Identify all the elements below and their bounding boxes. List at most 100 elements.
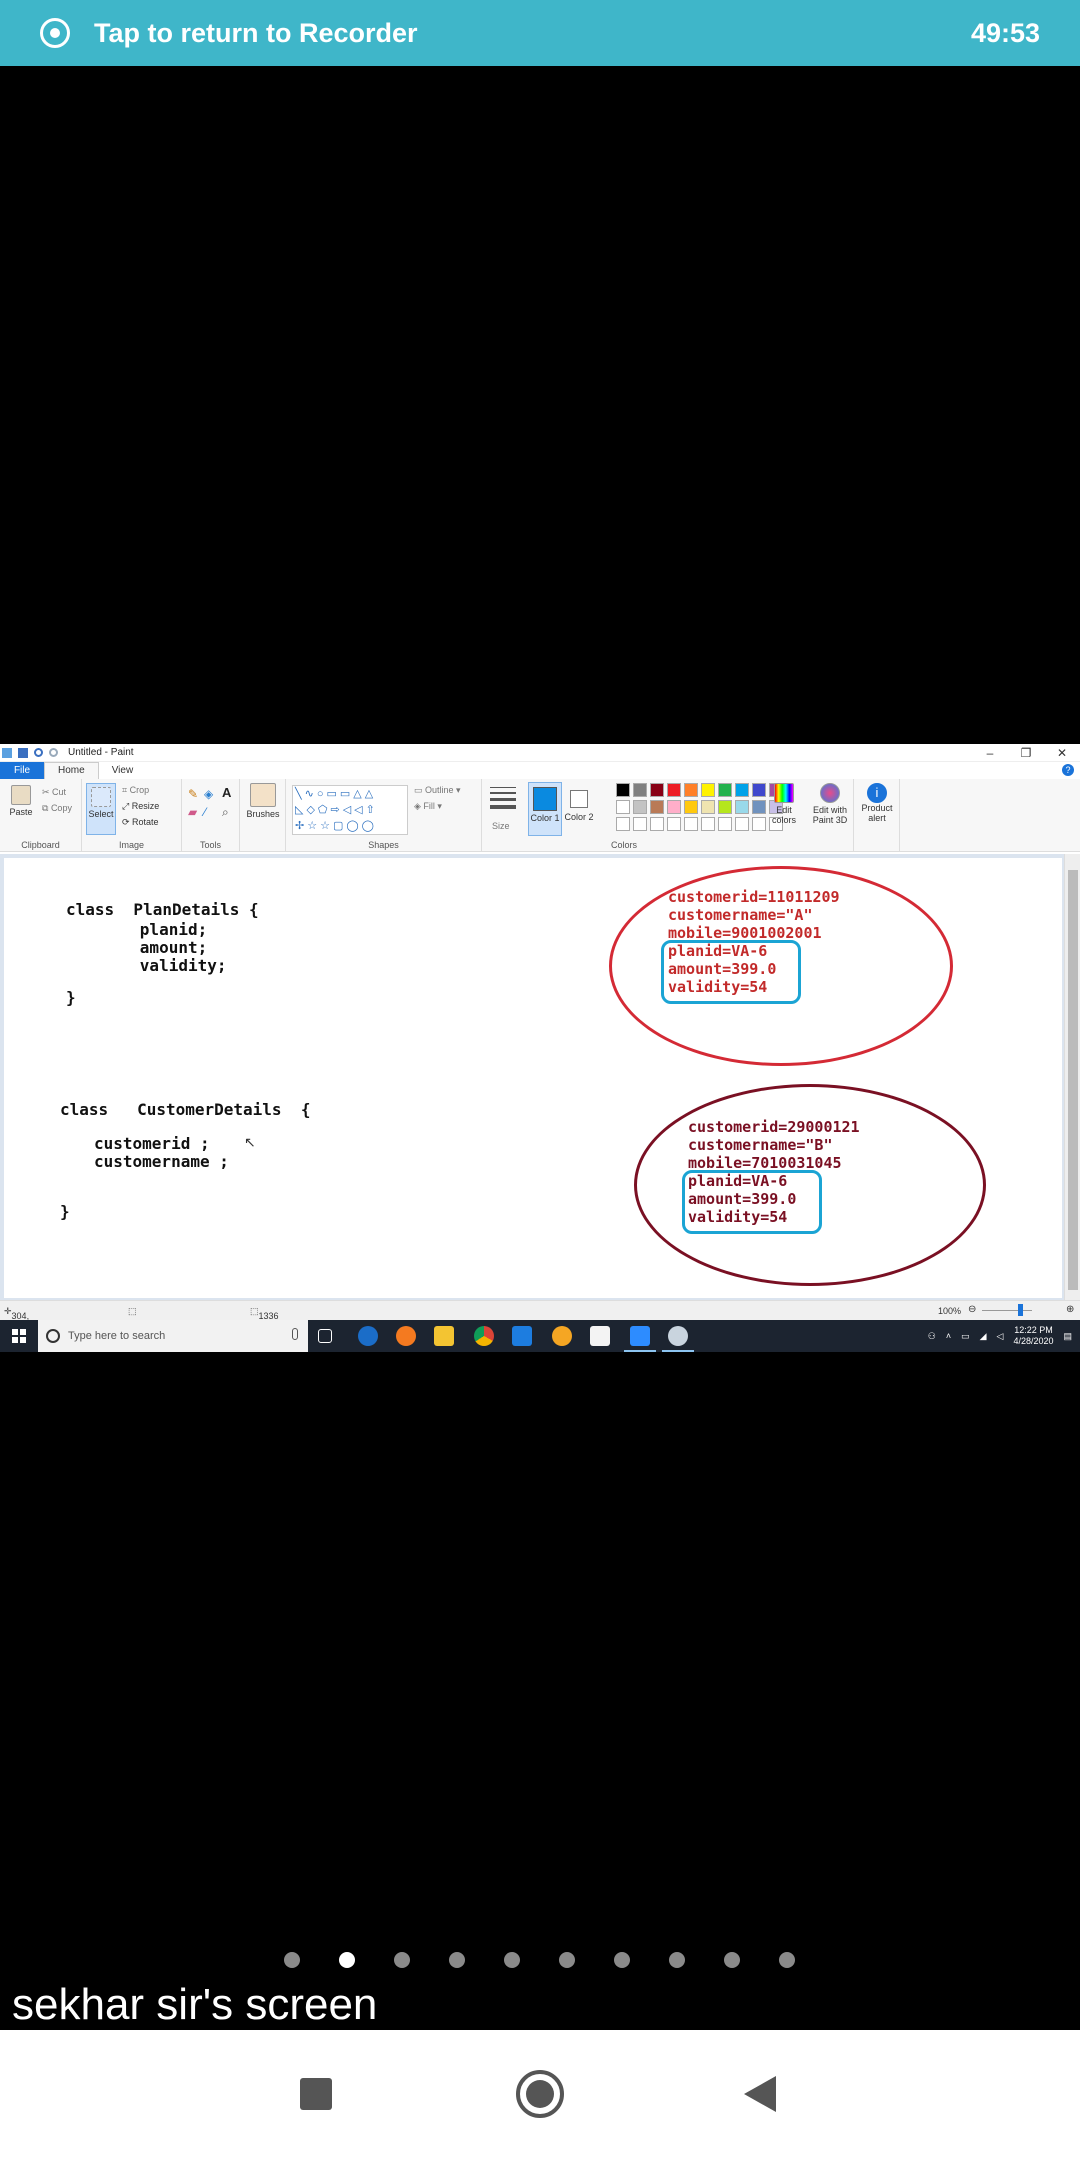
palette-swatch[interactable] xyxy=(718,783,732,797)
chrome-icon[interactable] xyxy=(474,1326,494,1346)
palette-swatch-empty[interactable] xyxy=(684,817,698,831)
volume-icon[interactable]: ◁ xyxy=(997,1331,1004,1342)
vertical-scrollbar[interactable] xyxy=(1064,854,1080,1320)
palette-swatch[interactable] xyxy=(752,783,766,797)
magnifier-icon[interactable]: ⌕ xyxy=(222,805,229,820)
zoom-out-icon[interactable]: ⊖ xyxy=(968,1304,976,1315)
windows-start-icon[interactable] xyxy=(12,1329,26,1343)
mail-icon[interactable] xyxy=(512,1326,532,1346)
palette-swatch[interactable] xyxy=(718,800,732,814)
undo-icon[interactable] xyxy=(34,748,43,757)
edit-colors-button[interactable]: Edit colors xyxy=(766,783,802,825)
page-dot[interactable] xyxy=(449,1952,465,1968)
tab-file[interactable]: File xyxy=(0,762,44,779)
palette-swatch[interactable] xyxy=(752,800,766,814)
palette-swatch[interactable] xyxy=(667,783,681,797)
page-dot[interactable] xyxy=(779,1952,795,1968)
drawing-canvas[interactable]: class PlanDetails { planid; amount; vali… xyxy=(4,858,1062,1298)
palette-swatch[interactable] xyxy=(616,800,630,814)
resize-button[interactable]: ⤢ Resize xyxy=(122,801,159,812)
page-dot[interactable] xyxy=(339,1952,355,1968)
zoom-app-icon[interactable] xyxy=(624,1326,656,1352)
file-explorer-icon[interactable] xyxy=(434,1326,454,1346)
notifications-icon[interactable]: ▤ xyxy=(1063,1331,1072,1342)
palette-swatch-empty[interactable] xyxy=(735,817,749,831)
page-dot[interactable] xyxy=(394,1952,410,1968)
paint-taskbar-icon[interactable] xyxy=(662,1326,694,1352)
close-icon[interactable]: ✕ xyxy=(1044,746,1080,760)
size-group[interactable]: Size xyxy=(482,779,524,852)
color-palette[interactable] xyxy=(596,783,783,835)
copy-button[interactable]: ⧉ Copy xyxy=(42,803,72,814)
zoom-in-icon[interactable]: ⊕ xyxy=(1066,1304,1074,1315)
palette-swatch[interactable] xyxy=(701,783,715,797)
color2-button[interactable]: Color 2 xyxy=(564,782,594,836)
color-picker-icon[interactable]: ⁄ xyxy=(204,805,206,819)
fill-button[interactable]: ◈ Fill ▾ xyxy=(414,801,442,812)
palette-swatch-empty[interactable] xyxy=(616,817,630,831)
paste-button[interactable]: Paste xyxy=(4,785,38,817)
select-button[interactable]: Select xyxy=(86,783,116,835)
microphone-icon[interactable] xyxy=(292,1328,298,1340)
store-icon[interactable] xyxy=(590,1326,610,1346)
zoom-thumb[interactable] xyxy=(1018,1304,1023,1316)
zoom-slider[interactable]: ⊖ ⊕ xyxy=(968,1304,1074,1316)
pencil-icon[interactable]: ✎ xyxy=(188,787,198,801)
palette-swatch-empty[interactable] xyxy=(701,817,715,831)
recorder-banner[interactable]: Tap to return to Recorder 49:53 xyxy=(0,0,1080,66)
edge-icon[interactable] xyxy=(358,1326,378,1346)
palette-swatch-empty[interactable] xyxy=(718,817,732,831)
palette-swatch-empty[interactable] xyxy=(650,817,664,831)
battery-icon[interactable]: ▭ xyxy=(961,1331,970,1342)
page-dot[interactable] xyxy=(504,1952,520,1968)
palette-swatch[interactable] xyxy=(650,800,664,814)
palette-swatch[interactable] xyxy=(701,800,715,814)
cut-button[interactable]: ✂ Cut xyxy=(42,787,66,798)
page-dot[interactable] xyxy=(669,1952,685,1968)
rotate-button[interactable]: ⟳ Rotate xyxy=(122,817,159,828)
page-dot[interactable] xyxy=(284,1952,300,1968)
palette-swatch[interactable] xyxy=(735,783,749,797)
page-dot[interactable] xyxy=(614,1952,630,1968)
tab-view[interactable]: View xyxy=(99,765,147,776)
palette-swatch[interactable] xyxy=(616,783,630,797)
page-dot[interactable] xyxy=(559,1952,575,1968)
product-alert-button[interactable]: i Product alert xyxy=(856,783,898,823)
palette-swatch-empty[interactable] xyxy=(752,817,766,831)
taskbar-clock[interactable]: 12:22 PM 4/28/2020 xyxy=(1013,1325,1053,1347)
brushes-button[interactable]: Brushes xyxy=(244,783,282,819)
page-dot[interactable] xyxy=(724,1952,740,1968)
help-icon[interactable]: ? xyxy=(1062,764,1074,776)
shapes-gallery[interactable]: ╲∿○▭▭△△ ◺◇⬠⇨◁◁⇧ ✢☆☆▢◯◯ xyxy=(292,785,408,835)
fill-icon[interactable]: ◈ xyxy=(204,787,213,801)
recorder-return-text[interactable]: Tap to return to Recorder xyxy=(94,18,971,49)
redo-icon[interactable] xyxy=(49,748,58,757)
outline-button[interactable]: ▭ Outline ▾ xyxy=(414,785,461,796)
task-view-icon[interactable] xyxy=(318,1329,332,1343)
scrollbar-thumb[interactable] xyxy=(1068,870,1078,1290)
network-icon[interactable]: ◢ xyxy=(980,1331,987,1342)
palette-swatch[interactable] xyxy=(633,800,647,814)
firefox-icon[interactable] xyxy=(396,1326,416,1346)
crop-button[interactable]: ⌗ Crop xyxy=(122,785,149,796)
minimize-icon[interactable]: – xyxy=(972,746,1008,760)
palette-swatch[interactable] xyxy=(633,783,647,797)
maximize-icon[interactable]: ❐ xyxy=(1008,746,1044,760)
edit-paint3d-button[interactable]: Edit with Paint 3D xyxy=(808,783,852,825)
palette-swatch[interactable] xyxy=(684,783,698,797)
palette-swatch[interactable] xyxy=(667,800,681,814)
palette-swatch[interactable] xyxy=(650,783,664,797)
text-icon[interactable]: A xyxy=(222,785,231,800)
palette-swatch-empty[interactable] xyxy=(633,817,647,831)
people-icon[interactable]: ⚇ xyxy=(928,1331,936,1342)
taskbar-search[interactable]: Type here to search xyxy=(38,1320,308,1352)
palette-swatch[interactable] xyxy=(684,800,698,814)
palette-swatch[interactable] xyxy=(735,800,749,814)
palette-swatch-empty[interactable] xyxy=(667,817,681,831)
back-button[interactable] xyxy=(744,2076,776,2112)
color1-button[interactable]: Color 1 xyxy=(528,782,562,836)
tray-chevron-icon[interactable]: ˄ xyxy=(946,1331,951,1341)
eraser-icon[interactable]: ▰ xyxy=(188,805,197,819)
home-button[interactable] xyxy=(516,2070,564,2118)
tab-home[interactable]: Home xyxy=(44,762,99,779)
